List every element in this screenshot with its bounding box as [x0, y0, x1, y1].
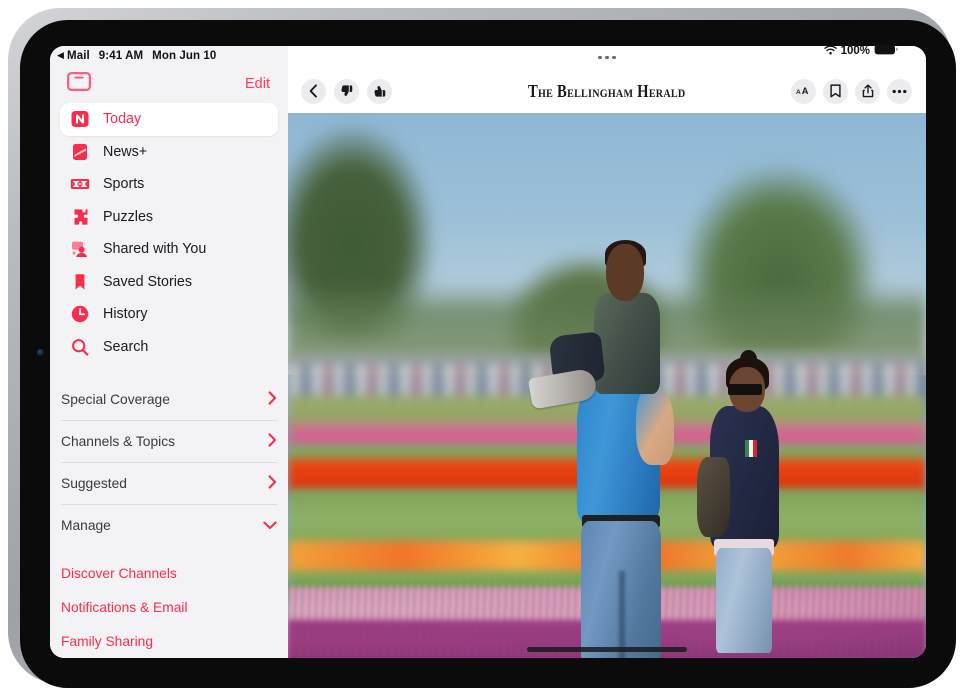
sidebar-item-shared-with-you[interactable]: Shared with You	[60, 233, 278, 266]
clock-icon	[70, 304, 90, 324]
sidebar-section-label: Channels & Topics	[61, 434, 175, 449]
sidebar-header: Edit	[50, 67, 288, 101]
sports-scoreboard-icon	[70, 174, 90, 194]
battery-full-icon	[874, 44, 898, 58]
chevron-right-icon	[268, 433, 277, 450]
sidebar-section-manage[interactable]: Manage	[61, 504, 277, 546]
ipad-device-frame: ◀ Mail 9:41 AM Mon Jun 10 Edit	[8, 8, 952, 684]
sidebar-section-label: Manage	[61, 518, 111, 533]
magnifying-glass-icon	[70, 337, 90, 357]
sidebar-item-label: Saved Stories	[103, 274, 192, 290]
sidebar-item-search[interactable]: Search	[60, 331, 278, 364]
back-triangle-icon: ◀	[57, 50, 64, 61]
like-button[interactable]	[367, 79, 392, 104]
news-sidebar: ◀ Mail 9:41 AM Mon Jun 10 Edit	[50, 46, 288, 658]
sidebar-item-label: Sports	[103, 176, 144, 192]
sidebar-item-label: News+	[103, 144, 147, 160]
sidebar-folder-icon[interactable]	[67, 72, 91, 96]
wifi-icon	[824, 45, 837, 58]
status-bar: ◀ Mail 9:41 AM Mon Jun 10	[50, 46, 288, 67]
masthead-title: The Bellingham Herald	[528, 81, 685, 102]
sidebar-section-channels-topics[interactable]: Channels & Topics	[61, 420, 277, 462]
sidebar-link-notifications-email[interactable]: Notifications & Email	[50, 590, 288, 624]
shared-with-you-icon	[70, 239, 90, 259]
news-plus-icon	[70, 142, 90, 162]
share-button[interactable]	[855, 79, 880, 104]
sidebar-nav-list: Today News+	[50, 101, 288, 363]
article-hero-photo[interactable]: A man carrying a young boy on his should…	[288, 113, 926, 658]
text-size-button[interactable]: AA	[791, 79, 816, 104]
sidebar-manage-links: Discover Channels Notifications & Email …	[50, 546, 288, 658]
sidebar-item-label: Shared with You	[103, 241, 206, 257]
chevron-right-icon	[268, 391, 277, 408]
home-indicator[interactable]	[527, 647, 687, 652]
battery-percent-label: 100%	[841, 45, 870, 57]
back-button[interactable]	[301, 79, 326, 104]
sidebar-item-today[interactable]: Today	[60, 103, 278, 136]
apple-news-logo-icon	[70, 109, 90, 129]
svg-text:A: A	[796, 89, 801, 96]
sidebar-item-label: Puzzles	[103, 209, 153, 225]
status-date: Mon Jun 10	[152, 50, 216, 62]
sidebar-item-label: History	[103, 306, 147, 322]
sidebar-section-suggested[interactable]: Suggested	[61, 462, 277, 504]
svg-text:A: A	[801, 86, 808, 96]
status-time: 9:41 AM	[99, 50, 143, 62]
article-pane: The Bellingham Herald AA	[288, 46, 926, 658]
article-toolbar: The Bellingham Herald AA	[288, 69, 926, 113]
front-camera-icon	[37, 349, 44, 356]
chevron-down-icon	[263, 518, 277, 533]
sidebar-item-label: Search	[103, 339, 148, 355]
save-button[interactable]	[823, 79, 848, 104]
sidebar-item-puzzles[interactable]: Puzzles	[60, 201, 278, 234]
sidebar-item-saved-stories[interactable]: Saved Stories	[60, 266, 278, 299]
sidebar-sections: Special Coverage Channels & Topics Sugge…	[50, 378, 288, 546]
status-back-to-mail[interactable]: ◀ Mail	[57, 50, 90, 62]
sidebar-link-family-sharing[interactable]: Family Sharing	[50, 624, 288, 658]
sidebar-item-news-plus[interactable]: News+	[60, 136, 278, 169]
sidebar-section-special-coverage[interactable]: Special Coverage	[61, 378, 277, 420]
photo-boy-figure	[581, 244, 670, 418]
dislike-button[interactable]	[334, 79, 359, 104]
sidebar-link-discover-channels[interactable]: Discover Channels	[50, 556, 288, 590]
sidebar-item-sports[interactable]: Sports	[60, 168, 278, 201]
sidebar-item-history[interactable]: History	[60, 298, 278, 331]
sidebar-item-label: Today	[103, 111, 141, 127]
status-bar-right: 100%	[824, 44, 898, 58]
sidebar-section-label: Suggested	[61, 476, 127, 491]
chevron-right-icon	[268, 475, 277, 492]
more-button[interactable]	[887, 79, 912, 104]
sidebar-section-label: Special Coverage	[61, 392, 170, 407]
status-back-app-label: Mail	[67, 50, 90, 62]
bookmark-icon	[70, 272, 90, 292]
photo-woman-figure	[696, 364, 804, 647]
device-screen: ◀ Mail 9:41 AM Mon Jun 10 Edit	[50, 46, 926, 658]
puzzle-piece-icon	[70, 207, 90, 227]
edit-button[interactable]: Edit	[243, 74, 272, 94]
